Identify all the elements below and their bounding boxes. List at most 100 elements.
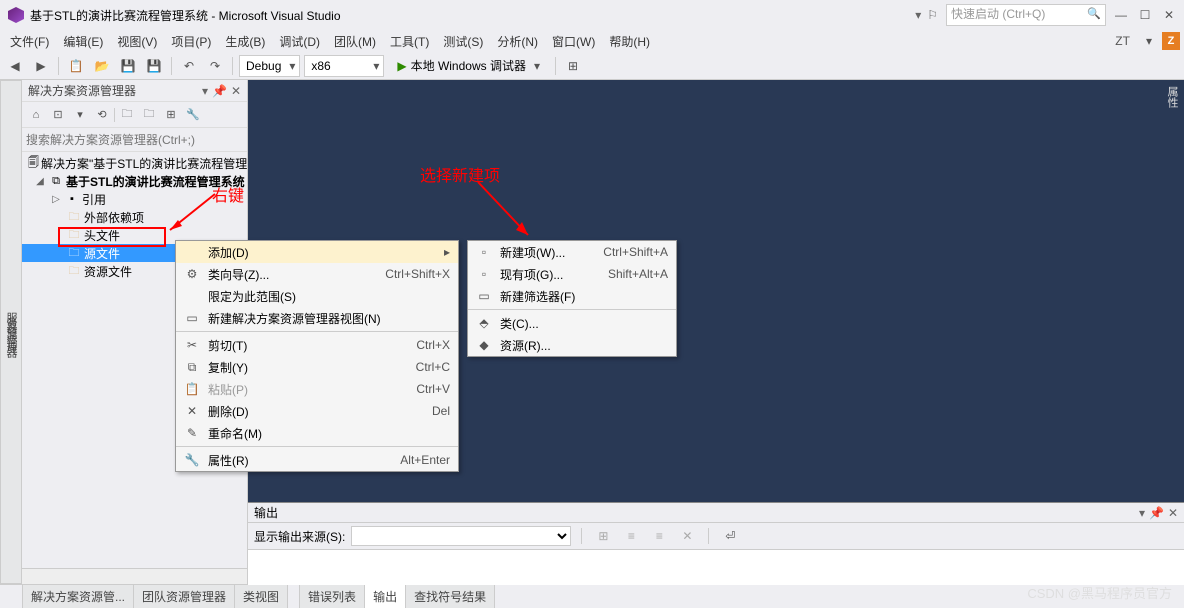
- sm-new-filter[interactable]: ▭新建筛选器(F): [468, 285, 676, 307]
- tab-team-explorer[interactable]: 团队资源管理器: [133, 584, 235, 608]
- user-label[interactable]: ZT: [1109, 32, 1136, 50]
- references-node[interactable]: ▷ ▪ 引用: [22, 190, 247, 208]
- solution-icon: 🗐: [28, 156, 39, 170]
- toolbar-extra-button[interactable]: ⊞: [562, 55, 584, 77]
- menu-build[interactable]: 生成(B): [219, 31, 271, 52]
- menu-file[interactable]: 文件(F): [4, 31, 55, 52]
- dropdown-icon[interactable]: ▾: [202, 84, 208, 98]
- folder-icon: 🗀: [66, 264, 82, 278]
- sync-button[interactable]: ⟲: [92, 105, 112, 125]
- minimize-button[interactable]: —: [1114, 8, 1128, 22]
- output-btn[interactable]: ⊞: [592, 525, 614, 547]
- gear-icon: ⚙: [184, 267, 200, 281]
- new-project-button[interactable]: 📋: [65, 55, 87, 77]
- cut-icon: ✂: [184, 338, 200, 352]
- redo-button[interactable]: ↷: [204, 55, 226, 77]
- tab-properties[interactable]: 属性: [1162, 80, 1182, 114]
- menu-window[interactable]: 窗口(W): [546, 31, 601, 52]
- menu-team[interactable]: 团队(M): [328, 31, 382, 52]
- play-icon: ▶: [397, 59, 406, 73]
- cm-delete[interactable]: ✕删除(D)Del: [176, 400, 458, 422]
- sm-existing-item[interactable]: ▫现有项(G)...Shift+Alt+A: [468, 263, 676, 285]
- toolbar: ◀ ▶ 📋 📂 💾 💾 ↶ ↷ Debug x86 ▶ 本地 Windows 调…: [0, 52, 1184, 80]
- maximize-button[interactable]: ☐: [1138, 8, 1152, 22]
- external-deps-node[interactable]: 🗀 外部依赖项: [22, 208, 247, 226]
- run-button[interactable]: ▶ 本地 Windows 调试器 ▾: [388, 55, 549, 77]
- solution-explorer-title: 解决方案资源管理器: [28, 82, 136, 99]
- output-btn[interactable]: ≡: [620, 525, 642, 547]
- project-node[interactable]: ◢ ⧉ 基于STL的演讲比赛流程管理系统: [22, 172, 247, 190]
- platform-dropdown[interactable]: x86: [304, 55, 384, 77]
- folder-icon: 🗀: [66, 210, 82, 224]
- menu-edit[interactable]: 编辑(E): [57, 31, 109, 52]
- context-menu: 添加(D)▸ ⚙类向导(Z)...Ctrl+Shift+X 限定为此范围(S) …: [175, 240, 459, 472]
- output-btn[interactable]: ≡: [648, 525, 670, 547]
- save-all-button[interactable]: 💾: [143, 55, 165, 77]
- cm-class-wizard[interactable]: ⚙类向导(Z)...Ctrl+Shift+X: [176, 263, 458, 285]
- nav-back-button[interactable]: ◀: [4, 55, 26, 77]
- output-source-label: 显示输出来源(S):: [254, 528, 345, 545]
- references-icon: ▪: [64, 192, 80, 206]
- sm-resource[interactable]: ◆资源(R)...: [468, 334, 676, 356]
- resource-icon: ◆: [476, 338, 492, 352]
- cm-rename[interactable]: ✎重命名(M): [176, 422, 458, 444]
- config-dropdown[interactable]: Debug: [239, 55, 300, 77]
- quick-launch-placeholder: 快速启动 (Ctrl+Q): [951, 7, 1045, 21]
- filter-icon: ▭: [476, 289, 492, 303]
- paste-icon: 📋: [184, 382, 200, 396]
- open-button[interactable]: 📂: [91, 55, 113, 77]
- close-button[interactable]: ✕: [1162, 8, 1176, 22]
- menu-project[interactable]: 项目(P): [165, 31, 217, 52]
- new-item-icon: ▫: [476, 245, 492, 259]
- tab-solution-explorer[interactable]: 解决方案资源管...: [22, 584, 134, 608]
- nav-fwd-button[interactable]: ▶: [30, 55, 52, 77]
- save-button[interactable]: 💾: [117, 55, 139, 77]
- output-source-select[interactable]: [351, 526, 571, 546]
- undo-button[interactable]: ↶: [178, 55, 200, 77]
- user-badge[interactable]: Z: [1162, 32, 1180, 50]
- notification-icon[interactable]: ▾: [915, 8, 921, 22]
- class-icon: ⬘: [476, 316, 492, 330]
- output-body[interactable]: [248, 549, 1184, 585]
- properties-button[interactable]: 🔧: [183, 105, 203, 125]
- menu-debug[interactable]: 调试(D): [273, 31, 326, 52]
- horizontal-scrollbar[interactable]: [22, 568, 247, 584]
- window-title: 基于STL的演讲比赛流程管理系统 - Microsoft Visual Stud…: [30, 7, 341, 24]
- feedback-icon[interactable]: ⚐: [927, 8, 938, 22]
- close-icon[interactable]: ✕: [1168, 506, 1178, 520]
- tab-find-results[interactable]: 查找符号结果: [405, 584, 495, 608]
- output-title: 输出: [254, 504, 278, 521]
- pin-icon[interactable]: 📌: [1149, 506, 1164, 520]
- cm-copy[interactable]: ⧉复制(Y)Ctrl+C: [176, 356, 458, 378]
- solution-node[interactable]: 🗐 解决方案"基于STL的演讲比赛流程管理系统": [22, 154, 247, 172]
- sm-class[interactable]: ⬘类(C)...: [468, 312, 676, 334]
- menu-analyze[interactable]: 分析(N): [491, 31, 544, 52]
- tab-output[interactable]: 输出: [364, 584, 406, 608]
- sm-new-item[interactable]: ▫新建项(W)...Ctrl+Shift+A: [468, 241, 676, 263]
- menu-help[interactable]: 帮助(H): [603, 31, 656, 52]
- expand-icon[interactable]: ▷: [50, 194, 62, 205]
- cm-properties[interactable]: 🔧属性(R)Alt+Enter: [176, 449, 458, 471]
- tab-error-list[interactable]: 错误列表: [299, 584, 365, 608]
- pin-icon[interactable]: 📌: [212, 84, 227, 98]
- dropdown-icon[interactable]: ▾: [1139, 506, 1145, 520]
- wrench-icon: 🔧: [184, 453, 200, 467]
- quick-launch[interactable]: 快速启动 (Ctrl+Q): [946, 4, 1106, 26]
- collapse-button[interactable]: ⊡: [48, 105, 68, 125]
- tab-server-explorer[interactable]: 服务器资源管理器: [0, 80, 22, 584]
- menu-tools[interactable]: 工具(T): [384, 31, 435, 52]
- menu-test[interactable]: 测试(S): [437, 31, 489, 52]
- tab-class-view[interactable]: 类视图: [234, 584, 288, 608]
- menu-view[interactable]: 视图(V): [111, 31, 163, 52]
- close-icon[interactable]: ✕: [231, 84, 241, 98]
- cm-cut[interactable]: ✂剪切(T)Ctrl+X: [176, 334, 458, 356]
- home-button[interactable]: ⌂: [26, 105, 46, 125]
- output-clear-button[interactable]: ✕: [676, 525, 698, 547]
- cm-add[interactable]: 添加(D)▸: [176, 241, 458, 263]
- cm-new-view[interactable]: ▭新建解决方案资源管理器视图(N): [176, 307, 458, 329]
- solution-search-input[interactable]: [26, 130, 243, 149]
- output-wrap-button[interactable]: ⏎: [719, 525, 741, 547]
- rename-icon: ✎: [184, 426, 200, 440]
- cm-scope[interactable]: 限定为此范围(S): [176, 285, 458, 307]
- collapse-icon[interactable]: ◢: [34, 176, 46, 187]
